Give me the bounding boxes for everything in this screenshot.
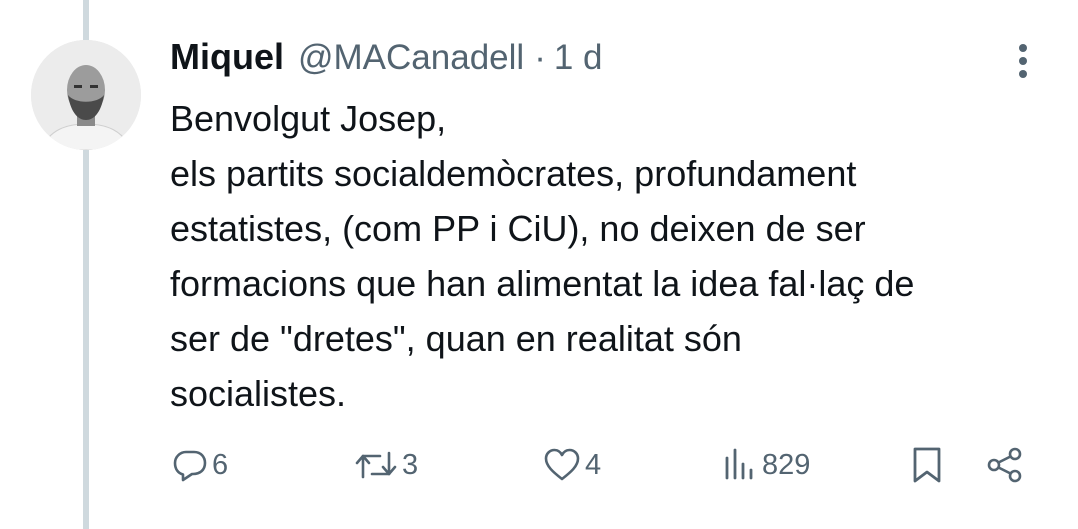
tweet-text-line: socialistes.	[170, 373, 347, 414]
retweet-count: 3	[402, 448, 419, 481]
retweet-icon	[354, 447, 398, 483]
tweet-text: Benvolgut Josep, els partits socialdemòc…	[170, 91, 1050, 421]
like-button[interactable]: 4	[543, 440, 601, 490]
reply-icon	[172, 447, 208, 483]
more-vertical-icon[interactable]	[1010, 42, 1036, 82]
tweet-text-line: formacions que han alimentat la idea fal…	[170, 263, 915, 304]
reply-button[interactable]: 6	[172, 440, 228, 490]
views-chart-icon	[722, 447, 758, 483]
action-bar: 6 3 4 829	[0, 440, 1078, 490]
reply-count: 6	[212, 448, 229, 481]
share-button[interactable]	[986, 440, 1024, 490]
tweet-text-line: ser de "dretes", quan en realitat són	[170, 318, 742, 359]
heart-icon	[543, 447, 581, 483]
retweet-button[interactable]: 3	[354, 440, 418, 490]
bookmark-button[interactable]	[910, 440, 944, 490]
separator-dot: ·	[534, 38, 546, 77]
tweet-text-line: Benvolgut Josep,	[170, 98, 447, 139]
views-count: 829	[762, 448, 811, 481]
share-icon	[986, 446, 1024, 484]
avatar[interactable]	[31, 40, 141, 150]
like-count: 4	[585, 448, 602, 481]
tweet-header: Miquel @MACanadell · 1 d	[170, 36, 603, 84]
tweet-text-line: estatistes, (com PP i CiU), no deixen de…	[170, 208, 866, 249]
author-handle[interactable]: @MACanadell	[298, 38, 524, 78]
tweet-text-line: els partits socialdemòcrates, profundame…	[170, 153, 857, 194]
author-name[interactable]: Miquel	[170, 36, 284, 78]
timestamp[interactable]: 1 d	[554, 38, 603, 78]
views-button[interactable]: 829	[722, 440, 810, 490]
bookmark-icon	[910, 445, 944, 485]
